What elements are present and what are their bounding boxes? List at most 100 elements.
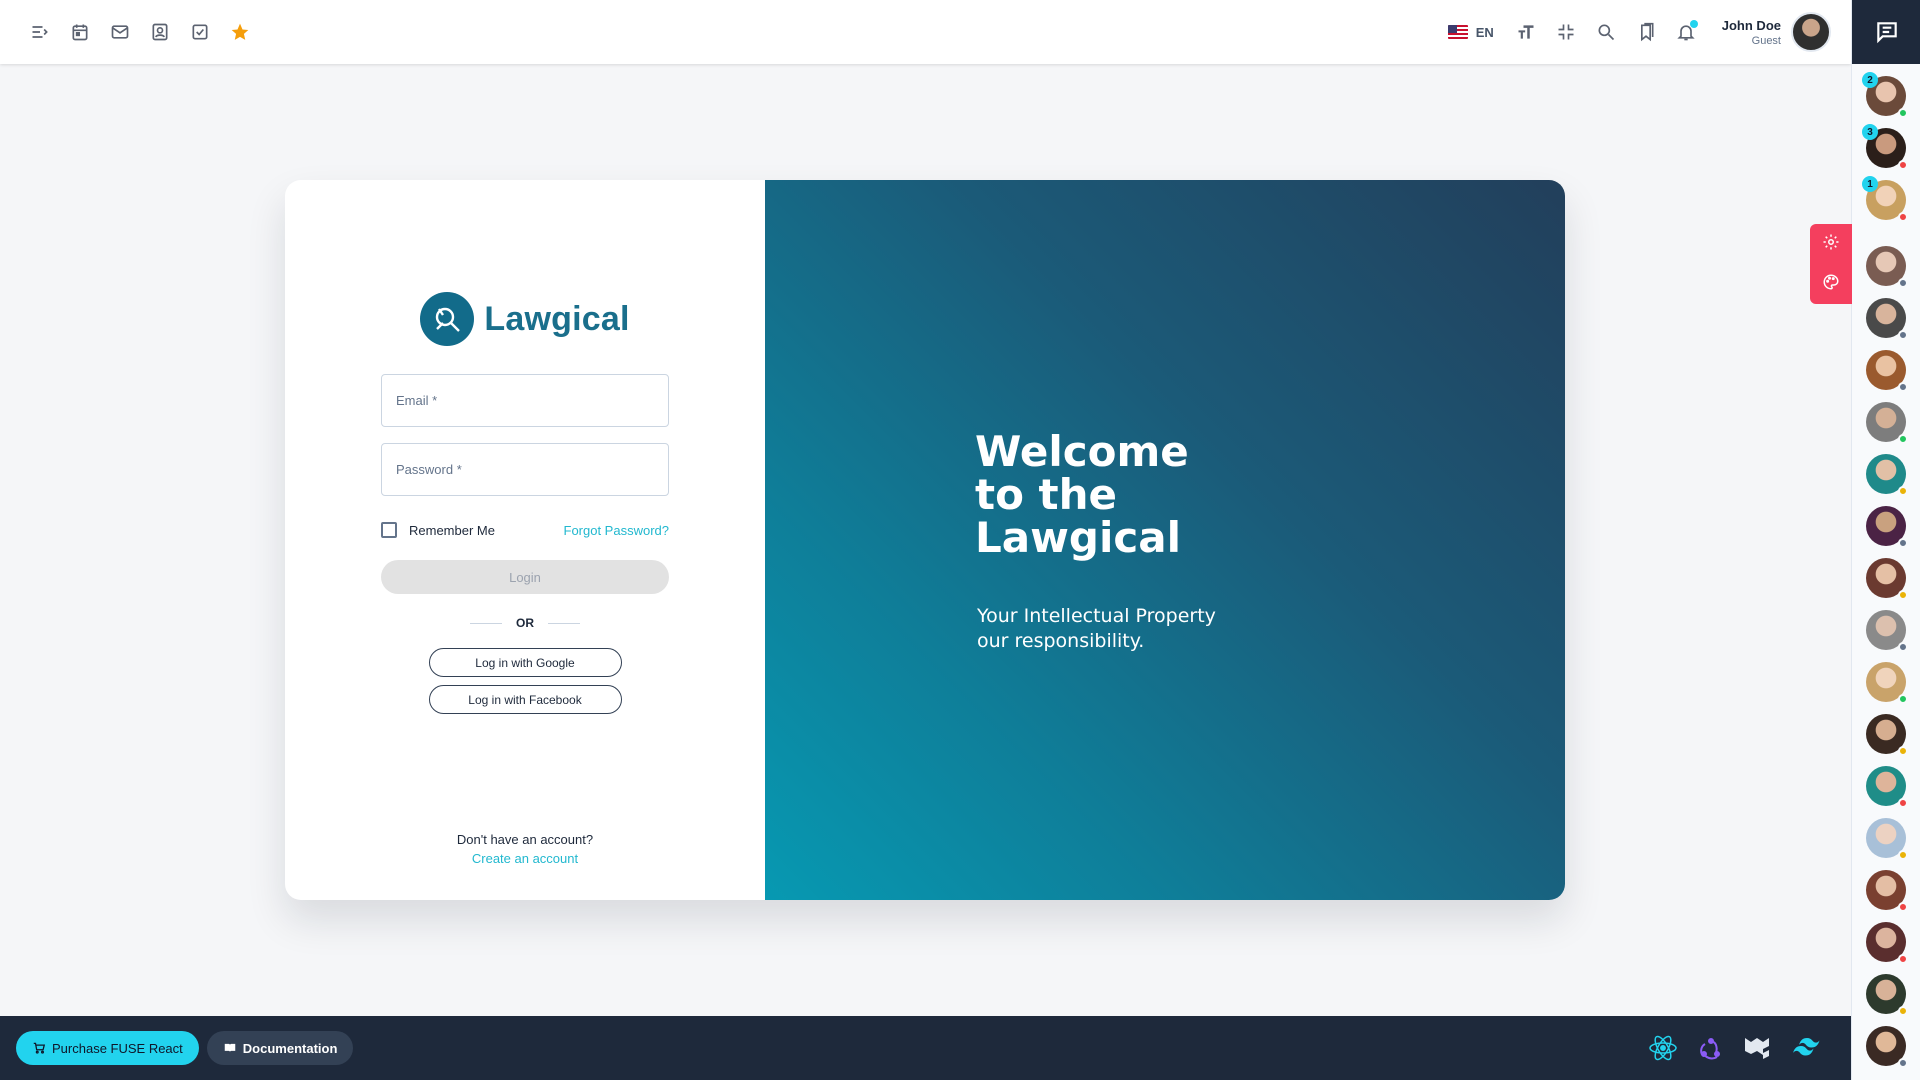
- remember-me-label: Remember Me: [409, 522, 495, 538]
- status-dot: [1898, 590, 1908, 600]
- status-dot: [1898, 850, 1908, 860]
- contact-avatar[interactable]: [1866, 298, 1908, 340]
- login-card: Lawgical Remember Me Forgot Password? Lo…: [285, 180, 1565, 900]
- menu-collapse-icon[interactable]: [20, 12, 60, 52]
- status-dot: [1898, 902, 1908, 912]
- fullscreen-exit-icon[interactable]: [1546, 12, 1586, 52]
- star-icon[interactable]: [220, 12, 260, 52]
- remember-me-checkbox[interactable]: [381, 522, 397, 538]
- contact-avatar[interactable]: 2: [1862, 72, 1908, 118]
- status-dot: [1898, 434, 1908, 444]
- contact-avatar[interactable]: [1866, 766, 1908, 808]
- divider-line: [548, 622, 580, 624]
- contact-avatar[interactable]: 3: [1862, 124, 1908, 170]
- contact-avatar[interactable]: [1866, 350, 1908, 392]
- notification-dot: [1689, 20, 1698, 28]
- hero-heading-line: Welcome: [975, 427, 1189, 476]
- tech-logos: [1647, 1032, 1835, 1064]
- no-account-text: Don't have an account?: [456, 832, 594, 847]
- google-login-button[interactable]: Log in with Google: [428, 648, 622, 677]
- hero-heading-line: Lawgical: [975, 513, 1182, 562]
- brand-name: Lawgical: [484, 299, 630, 338]
- status-dot: [1898, 382, 1908, 392]
- settings-gear-icon[interactable]: [1822, 233, 1840, 256]
- toolbar-right-group: EN John Doe Guest: [1447, 12, 1831, 52]
- mui-icon: [1745, 1038, 1769, 1059]
- status-dot: [1898, 486, 1908, 496]
- facebook-login-button[interactable]: Log in with Facebook: [428, 685, 622, 714]
- contact-avatar[interactable]: [1866, 870, 1908, 912]
- status-dot: [1898, 1058, 1908, 1068]
- contact-avatar[interactable]: [1866, 506, 1908, 548]
- theme-palette-icon[interactable]: [1822, 273, 1840, 296]
- tasks-icon[interactable]: [180, 12, 220, 52]
- user-menu[interactable]: John Doe Guest: [1722, 12, 1831, 52]
- contact-list: 2 3 1: [1852, 64, 1920, 1078]
- remember-me-option[interactable]: Remember Me: [381, 522, 495, 538]
- status-dot: [1898, 954, 1908, 964]
- contact-avatar[interactable]: [1866, 246, 1908, 288]
- status-dot: [1898, 160, 1908, 170]
- login-button[interactable]: Login: [381, 560, 669, 594]
- language-switcher[interactable]: EN: [1447, 24, 1494, 40]
- floating-settings-panel: [1810, 224, 1852, 304]
- bottom-bar-actions: Purchase FUSE React Documentation: [16, 1031, 354, 1065]
- create-account-link[interactable]: Create an account: [457, 851, 593, 866]
- contact-avatar[interactable]: [1866, 402, 1908, 444]
- hero-panel: Welcome to the Lawgical Your Intellectua…: [765, 180, 1565, 900]
- hero-tagline: Your Intellectual Property our responsib…: [977, 604, 1216, 654]
- documentation-button[interactable]: Documentation: [206, 1031, 354, 1065]
- signup-prompt: Don't have an account? Create an account: [457, 832, 593, 866]
- contact-avatar[interactable]: [1866, 610, 1908, 652]
- user-role: Guest: [1751, 34, 1781, 47]
- contact-avatar[interactable]: [1866, 818, 1908, 860]
- status-dot: [1898, 330, 1908, 340]
- bottom-bar: Purchase FUSE React Documentation: [0, 1016, 1851, 1080]
- contacts-icon[interactable]: [140, 12, 180, 52]
- contact-avatar[interactable]: [1866, 714, 1908, 756]
- contact-avatar[interactable]: [1866, 974, 1908, 1016]
- purchase-label: Purchase FUSE React: [52, 1040, 183, 1056]
- bell-icon[interactable]: [1666, 12, 1706, 52]
- brand-logo: Lawgical: [420, 292, 629, 346]
- chat-toggle-button[interactable]: [1852, 0, 1920, 64]
- font-size-icon[interactable]: [1506, 12, 1546, 52]
- unread-badge: 3: [1862, 124, 1878, 140]
- search-icon[interactable]: [1586, 12, 1626, 52]
- status-dot: [1898, 538, 1908, 548]
- purchase-button[interactable]: Purchase FUSE React: [16, 1031, 199, 1065]
- email-field[interactable]: [381, 374, 669, 427]
- password-field[interactable]: [381, 443, 669, 496]
- bookmark-icon[interactable]: [1626, 12, 1666, 52]
- contact-avatar[interactable]: [1866, 558, 1908, 600]
- status-dot: [1898, 212, 1908, 222]
- hero-heading: Welcome to the Lawgical: [975, 430, 1189, 559]
- contact-avatar[interactable]: 1: [1862, 176, 1908, 222]
- user-avatar: [1791, 12, 1831, 52]
- mail-icon[interactable]: [100, 12, 140, 52]
- contact-avatar[interactable]: [1866, 1026, 1908, 1068]
- divider-line: [470, 622, 502, 624]
- user-name: John Doe: [1721, 17, 1781, 33]
- redux-icon: [1700, 1038, 1720, 1060]
- contact-avatar[interactable]: [1866, 454, 1908, 496]
- login-form-panel: Lawgical Remember Me Forgot Password? Lo…: [285, 180, 765, 900]
- unread-badge: 1: [1862, 176, 1878, 192]
- status-dot: [1898, 278, 1908, 288]
- unread-badge: 2: [1862, 72, 1878, 88]
- book-icon: [224, 1043, 236, 1053]
- us-flag-icon: [1447, 25, 1468, 39]
- cart-icon: [33, 1042, 46, 1054]
- status-dot: [1898, 798, 1908, 808]
- contact-avatar[interactable]: [1866, 922, 1908, 964]
- chat-rail: 2 3 1: [1851, 0, 1920, 1080]
- forgot-password-link[interactable]: Forgot Password?: [564, 523, 670, 538]
- hero-heading-line: to the: [975, 470, 1118, 519]
- calendar-icon[interactable]: [60, 12, 100, 52]
- toolbar-left-group: [20, 12, 260, 52]
- status-dot: [1898, 1006, 1908, 1016]
- contact-avatar[interactable]: [1866, 662, 1908, 704]
- or-label: OR: [516, 616, 534, 630]
- user-info: John Doe Guest: [1722, 18, 1781, 47]
- language-label: EN: [1475, 24, 1494, 40]
